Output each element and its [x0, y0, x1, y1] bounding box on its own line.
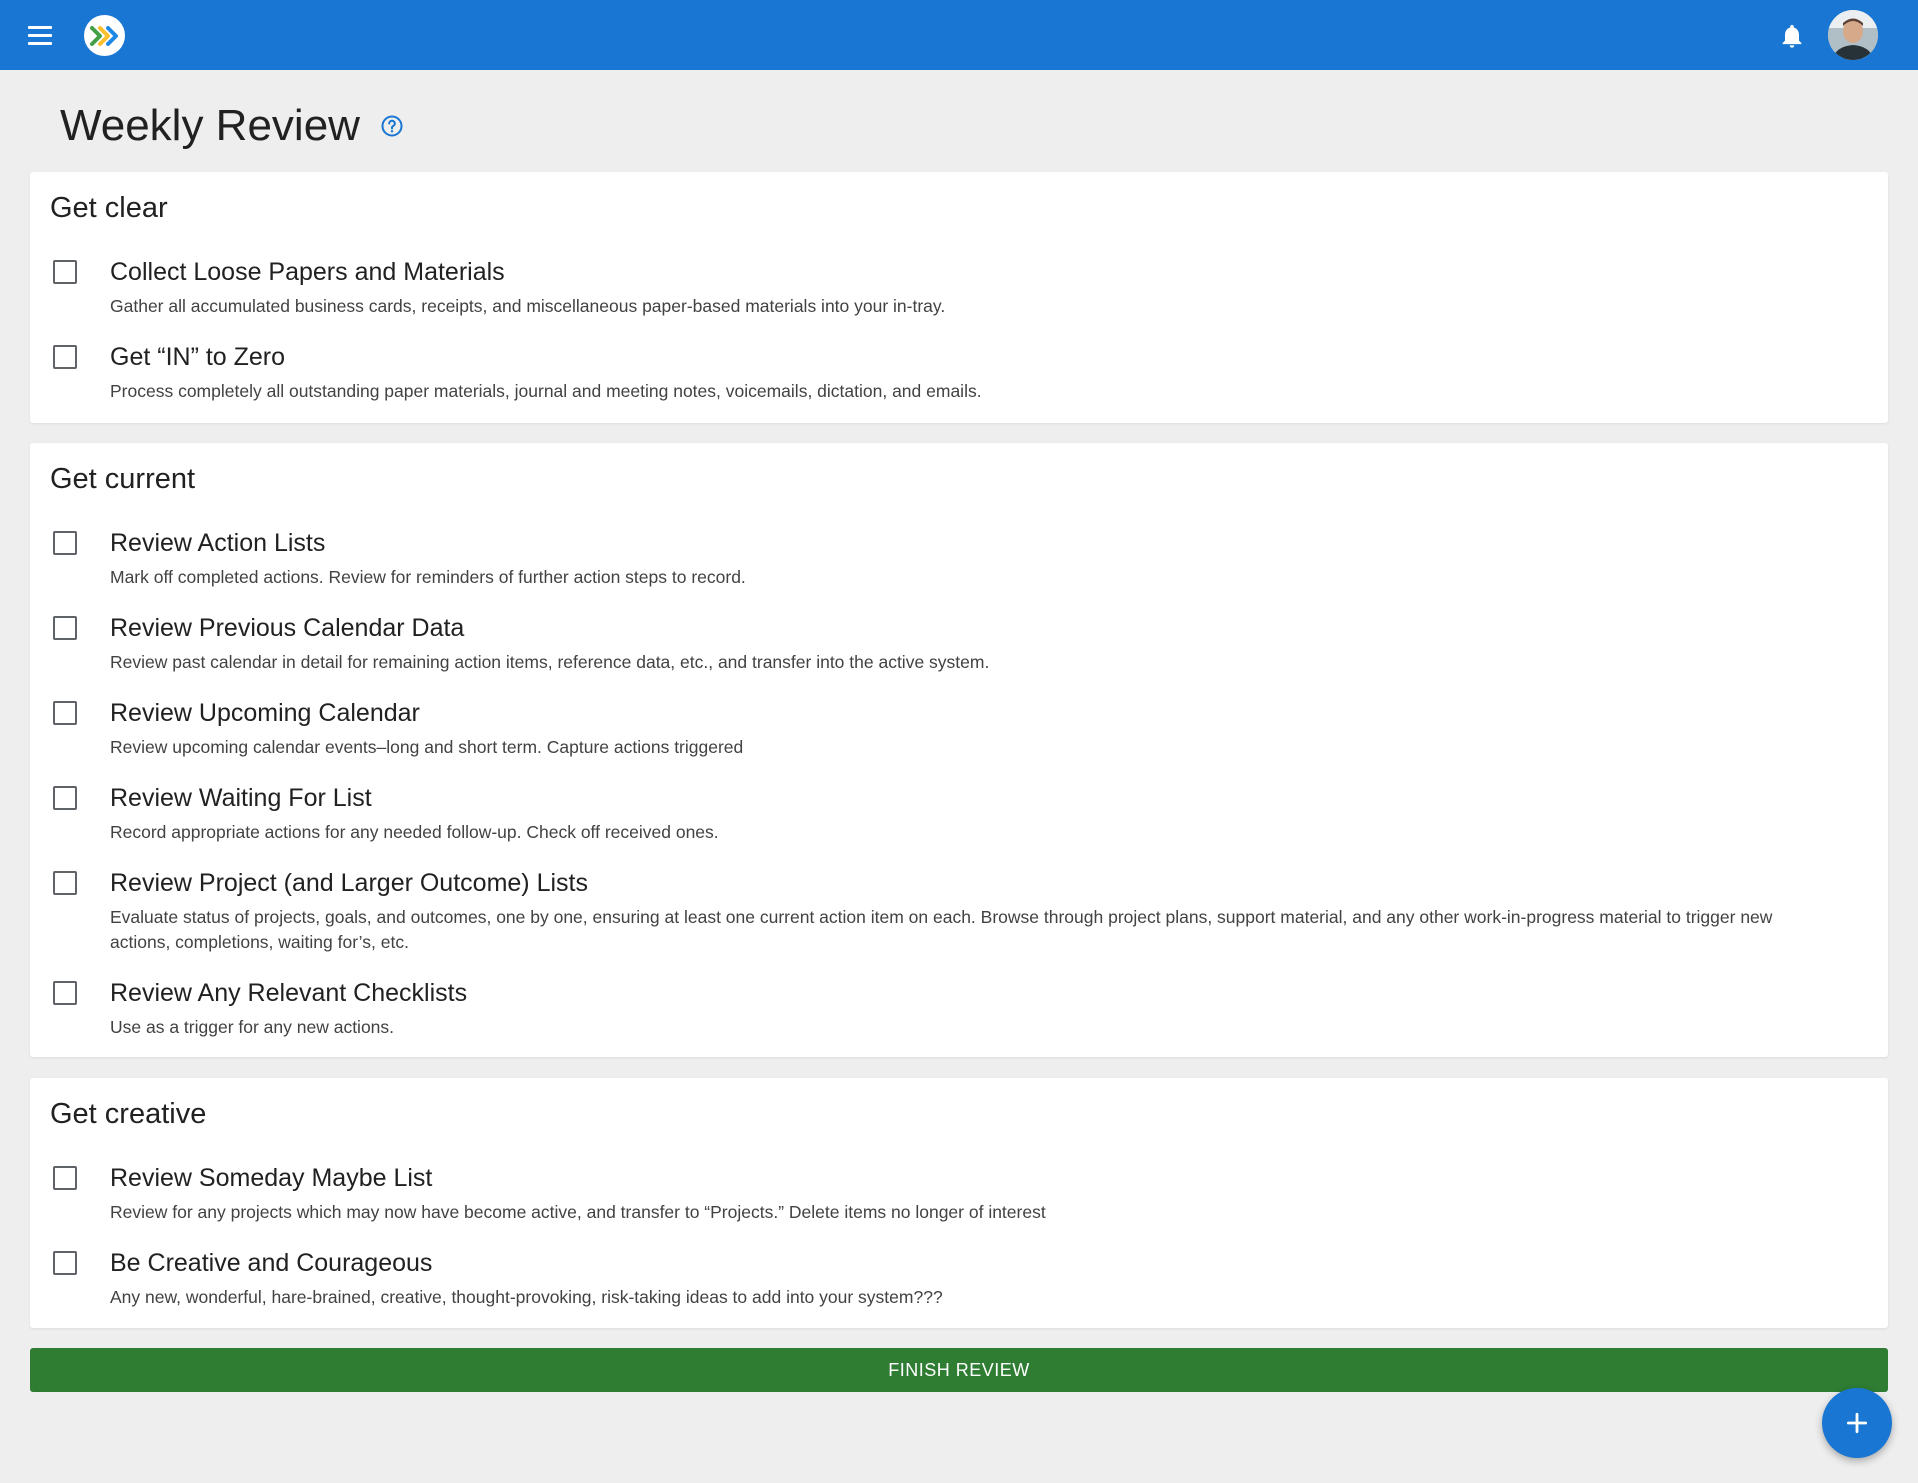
item-checkbox[interactable]: [53, 786, 77, 810]
item-description: Use as a trigger for any new actions.: [110, 1017, 395, 1037]
section-title: Get current: [50, 463, 196, 495]
item-checkbox[interactable]: [53, 871, 77, 895]
page-title: Weekly Review: [60, 101, 360, 150]
item-checkbox[interactable]: [53, 260, 77, 284]
item-description: Record appropriate actions for any neede…: [110, 822, 719, 842]
item-checkbox[interactable]: [53, 981, 77, 1005]
section-get-clear: Get clear Collect Loose Papers and Mater…: [30, 172, 1888, 423]
item-checkbox[interactable]: [53, 531, 77, 555]
section-get-creative: Get creative Review Someday Maybe List R…: [30, 1078, 1888, 1328]
app-bar: [0, 0, 1918, 70]
item-title: Get “IN” to Zero: [110, 343, 286, 371]
item-description: Review past calendar in detail for remai…: [110, 652, 990, 672]
menu-icon[interactable]: [22, 20, 58, 50]
item-description: Mark off completed actions. Review for r…: [110, 567, 746, 587]
plus-icon: [1846, 1412, 1868, 1434]
section-title: Get creative: [50, 1098, 207, 1130]
item-description: Evaluate status of projects, goals, and …: [110, 907, 1773, 952]
section-title: Get clear: [50, 192, 168, 224]
section-get-current: Get current Review Action Lists Mark off…: [30, 443, 1888, 1057]
item-checkbox[interactable]: [53, 1166, 77, 1190]
item-checkbox[interactable]: [53, 345, 77, 369]
item-title: Review Someday Maybe List: [110, 1164, 433, 1192]
item-description: Any new, wonderful, hare-brained, creati…: [110, 1287, 943, 1307]
page-title-row: Weekly Review: [60, 96, 404, 156]
item-title: Collect Loose Papers and Materials: [110, 258, 505, 286]
app-logo[interactable]: [84, 15, 125, 56]
item-checkbox[interactable]: [53, 1251, 77, 1275]
item-title: Review Action Lists: [110, 529, 326, 557]
item-title: Review Waiting For List: [110, 784, 372, 812]
chevrons-logo-icon: [89, 25, 118, 46]
add-fab-button[interactable]: [1822, 1388, 1892, 1458]
item-title: Review Previous Calendar Data: [110, 614, 465, 642]
item-title: Review Project (and Larger Outcome) List…: [110, 869, 588, 897]
bell-icon[interactable]: [1778, 22, 1806, 50]
item-description: Review upcoming calendar events–long and…: [110, 737, 744, 757]
item-description: Review for any projects which may now ha…: [110, 1202, 1046, 1222]
item-checkbox[interactable]: [53, 701, 77, 725]
item-description: Process completely all outstanding paper…: [110, 381, 982, 401]
item-description: Gather all accumulated business cards, r…: [110, 296, 946, 316]
item-title: Be Creative and Courageous: [110, 1249, 433, 1277]
avatar[interactable]: [1828, 10, 1878, 60]
item-title: Review Upcoming Calendar: [110, 699, 420, 727]
finish-review-button[interactable]: FINISH REVIEW: [30, 1348, 1888, 1392]
help-icon[interactable]: [380, 114, 404, 138]
item-title: Review Any Relevant Checklists: [110, 979, 468, 1007]
item-checkbox[interactable]: [53, 616, 77, 640]
